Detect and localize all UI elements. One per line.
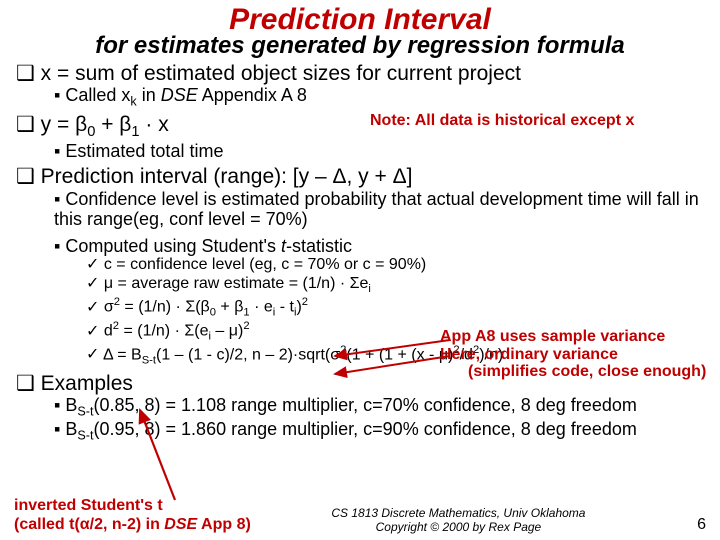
bullet-est-total-time: Estimated total time [54, 141, 706, 162]
check-mu: μ = average raw estimate = (1/n) · Σei [86, 275, 706, 296]
example-2: BS-t(0.95, 8) = 1.860 range multiplier, … [54, 419, 706, 443]
page-number: 6 [666, 516, 706, 534]
slide-subtitle: for estimates generated by regression fo… [14, 34, 706, 58]
bullet-called-xk: Called xk in DSE Appendix A 8 [54, 85, 706, 109]
example-1: BS-t(0.85, 8) = 1.108 range multiplier, … [54, 395, 706, 419]
footer-left-note: inverted Student's t (called t(α/2, n-2)… [14, 497, 251, 534]
check-c-conf: c = confidence level (eg, c = 70% or c =… [86, 256, 706, 275]
bullet-conf-level: Confidence level is estimated probabilit… [54, 189, 706, 230]
check-sigma2: σ2 = (1/n) · Σ(β0 + β1 · ei - ti)2 [86, 296, 706, 320]
slide-title: Prediction Interval [14, 4, 706, 36]
bullet-x-sum: x = sum of estimated object sizes for cu… [16, 62, 706, 86]
footer: inverted Student's t (called t(α/2, n-2)… [14, 497, 706, 534]
bullet-pred-interval: Prediction interval (range): [y – Δ, y +… [16, 165, 706, 189]
slide: Prediction Interval for estimates genera… [0, 0, 720, 540]
bullet-student-t: Computed using Student's t-statistic [54, 236, 706, 257]
footer-center: CS 1813 Discrete Mathematics, Univ Oklah… [251, 506, 666, 534]
note-historical: Note: All data is historical except x [370, 112, 634, 130]
note-variance: App A8 uses sample variance Here, ordina… [440, 328, 706, 381]
